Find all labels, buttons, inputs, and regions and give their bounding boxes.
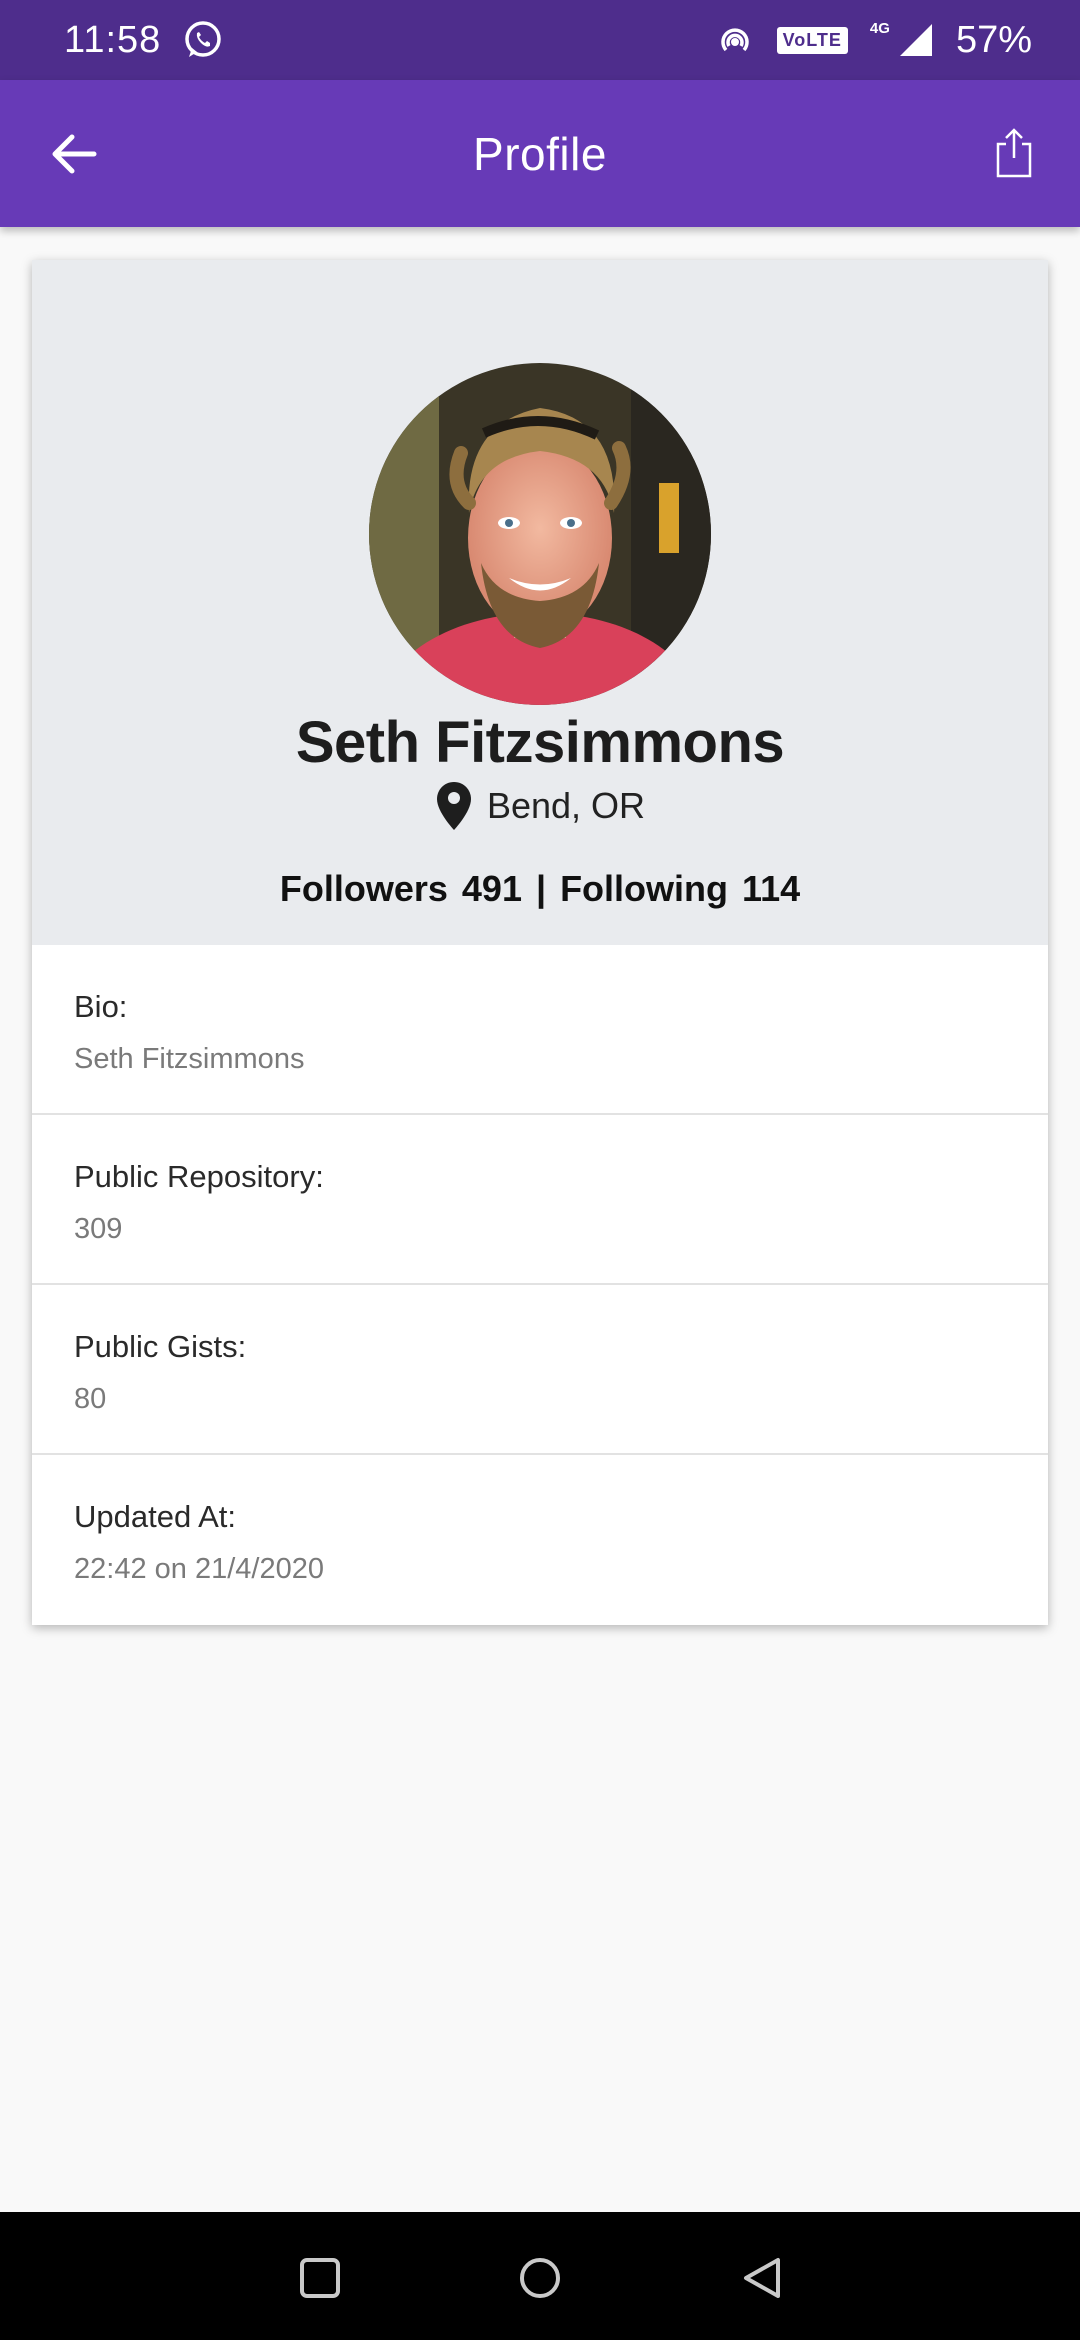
- location-row: Bend, OR: [435, 780, 645, 832]
- public-gists-section: Public Gists: 80: [32, 1285, 1048, 1455]
- home-button[interactable]: [518, 2256, 562, 2300]
- status-time: 11:58: [64, 18, 162, 61]
- profile-card: Seth Fitzsimmons Bend, OR Followers 491 …: [32, 260, 1048, 1625]
- user-name: Seth Fitzsimmons: [295, 710, 785, 775]
- status-bar: 11:58 VoLTE 4G 57%: [0, 0, 1080, 80]
- battery-level: 57%: [955, 18, 1032, 61]
- followers-count[interactable]: 491: [462, 868, 522, 910]
- profile-header: Seth Fitzsimmons Bend, OR Followers 491 …: [32, 260, 1048, 945]
- updated-at-value: 22:42 on 21/4/2020: [74, 1553, 324, 1585]
- volte-badge: VoLTE: [776, 26, 848, 54]
- location-pin-icon: [436, 782, 471, 830]
- back-button[interactable]: [44, 124, 104, 184]
- back-triangle-icon: [744, 2258, 780, 2298]
- signal-icon: [899, 24, 932, 56]
- stats-separator: |: [535, 868, 547, 909]
- public-repo-section: Public Repository: 309: [32, 1115, 1048, 1285]
- avatar: [369, 363, 711, 705]
- bio-section: Bio: Seth Fitzsimmons: [32, 945, 1048, 1115]
- bio-label: Bio:: [74, 989, 128, 1024]
- app-bar: Profile: [0, 80, 1080, 227]
- arrow-left-icon: [52, 134, 97, 174]
- public-repo-value: 309: [74, 1213, 123, 1245]
- following-label[interactable]: Following: [560, 868, 728, 910]
- bio-value: Seth Fitzsimmons: [74, 1043, 305, 1075]
- page-title: Profile: [473, 127, 607, 180]
- recents-square-icon: [300, 2258, 340, 2298]
- recents-button[interactable]: [298, 2256, 342, 2300]
- system-nav-bar: [0, 2212, 1080, 2340]
- public-repo-label: Public Repository:: [74, 1159, 324, 1194]
- follow-stats: Followers 491 | Following 114: [280, 868, 800, 910]
- home-circle-icon: [520, 2258, 560, 2298]
- share-button[interactable]: [984, 124, 1044, 184]
- following-count[interactable]: 114: [742, 868, 800, 910]
- network-type: 4G: [869, 19, 890, 37]
- public-gists-label: Public Gists:: [74, 1329, 247, 1364]
- location-text: Bend, OR: [486, 785, 646, 826]
- followers-label[interactable]: Followers: [280, 868, 448, 910]
- updated-at-label: Updated At:: [74, 1499, 237, 1534]
- nav-back-button[interactable]: [740, 2256, 784, 2300]
- share-icon: [996, 128, 1032, 178]
- public-gists-value: 80: [74, 1383, 107, 1415]
- whatsapp-icon: [185, 21, 222, 57]
- hotspot-icon: [720, 28, 749, 52]
- updated-at-section: Updated At: 22:42 on 21/4/2020: [32, 1455, 1048, 1625]
